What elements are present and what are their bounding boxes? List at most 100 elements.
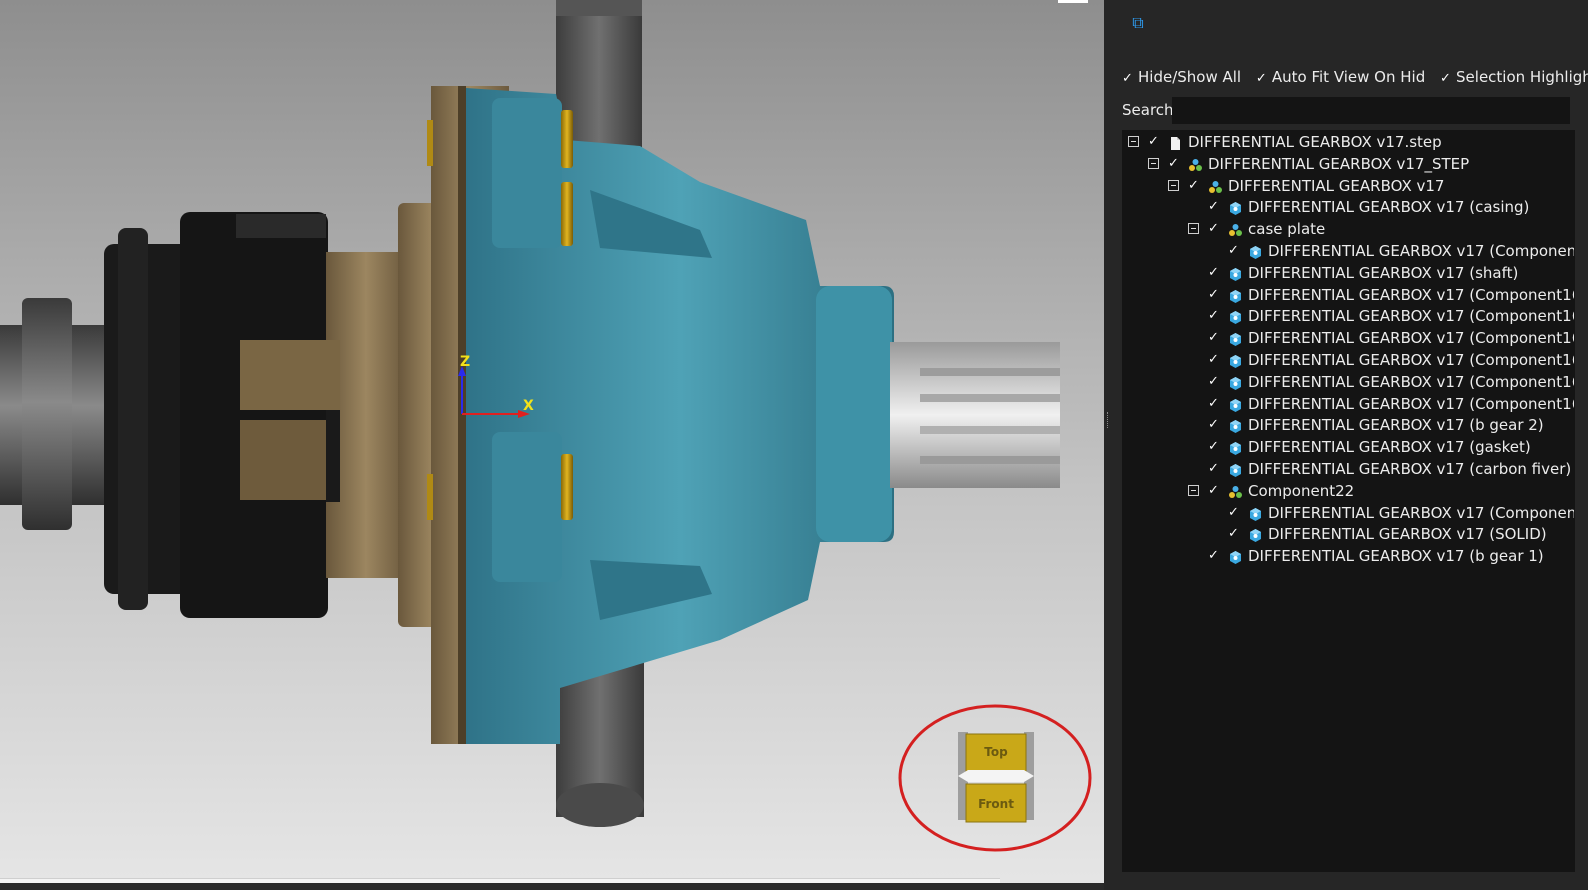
bolt [427, 474, 433, 520]
view-cube-edge [958, 770, 1034, 782]
tree-node-label: DIFFERENTIAL GEARBOX v17 (Component25) [1268, 503, 1575, 522]
part-icon [1228, 309, 1243, 325]
assembly-icon [1228, 222, 1243, 237]
file-icon [1168, 135, 1183, 150]
tree-node[interactable]: ✓ DIFFERENTIAL GEARBOX v17 (Component25) [1123, 502, 1574, 524]
tree-node-label: DIFFERENTIAL GEARBOX v17 (carbon fiver) [1248, 460, 1572, 478]
part-icon [1248, 527, 1263, 543]
visibility-checkbox[interactable]: ✓ [1208, 262, 1220, 284]
axis-x-label: X [523, 398, 534, 414]
view-cube[interactable]: Top Front [958, 732, 1034, 823]
visibility-checkbox[interactable]: ✓ [1208, 436, 1220, 458]
tree-node-label: DIFFERENTIAL GEARBOX v17 (Component16) [1248, 307, 1575, 326]
collapse-toggle-icon[interactable] [1148, 157, 1159, 169]
spline-groove [920, 426, 1060, 434]
spline-groove [920, 394, 1060, 402]
part-icon [1228, 462, 1243, 477]
search-input[interactable] [1172, 97, 1570, 124]
visibility-checkbox[interactable]: ✓ [1208, 371, 1220, 393]
visibility-checkbox[interactable]: ✓ [1228, 240, 1240, 262]
visibility-checkbox[interactable]: ✓ [1208, 349, 1220, 371]
assembly-icon [1208, 179, 1223, 194]
visibility-checkbox[interactable]: ✓ [1208, 458, 1220, 480]
option-label: Selection Highlightin [1456, 68, 1588, 86]
spline-groove [920, 456, 1060, 464]
hub-tooth [240, 340, 340, 410]
tree-node[interactable]: ✓ DIFFERENTIAL GEARBOX v17 (b gear 2) [1123, 414, 1574, 436]
tree-node[interactable]: ✓ DIFFERENTIAL GEARBOX v17 (Component16) [1123, 327, 1574, 349]
bolt [561, 454, 573, 520]
collapse-toggle-icon[interactable] [1188, 484, 1199, 496]
selection-highlighting-checkbox[interactable]: ✓ Selection Highlightin [1440, 68, 1588, 86]
visibility-checkbox[interactable]: ✓ [1188, 175, 1200, 197]
options-row: ✓ Hide/Show All ✓ Auto Fit View On Hid ✓ Se… [1122, 68, 1588, 90]
tree-node[interactable]: ✓ DIFFERENTIAL GEARBOX v17.step [1123, 131, 1574, 153]
tree-node[interactable]: ✓ DIFFERENTIAL GEARBOX v17 (Component16) [1123, 349, 1574, 371]
visibility-checkbox[interactable]: ✓ [1208, 196, 1220, 218]
tree-node-label: DIFFERENTIAL GEARBOX v17 (Component16) [1248, 285, 1575, 304]
bottom-shaft-end [556, 783, 644, 827]
tree-node[interactable]: ✓ DIFFERENTIAL GEARBOX v17 (Component16) [1123, 393, 1574, 415]
visibility-checkbox[interactable]: ✓ [1208, 414, 1220, 436]
tree-node-label: DIFFERENTIAL GEARBOX v17 (Component3) [1268, 242, 1575, 260]
visibility-checkbox[interactable]: ✓ [1208, 480, 1220, 502]
tree-node[interactable]: ✓ DIFFERENTIAL GEARBOX v17 [1123, 175, 1574, 197]
tree-node[interactable]: ✓ DIFFERENTIAL GEARBOX v17 (SOLID) [1123, 523, 1574, 545]
tree-node[interactable]: ✓ DIFFERENTIAL GEARBOX v17 (Component16) [1123, 371, 1574, 393]
visibility-checkbox[interactable]: ✓ [1208, 218, 1220, 240]
visibility-checkbox[interactable]: ✓ [1228, 523, 1240, 545]
tree-node-label: DIFFERENTIAL GEARBOX v17 (shaft) [1248, 263, 1519, 282]
visibility-checkbox[interactable]: ✓ [1208, 393, 1220, 415]
tree-node[interactable]: ✓ DIFFERENTIAL GEARBOX v17 (shaft) [1123, 262, 1574, 284]
collapse-toggle-icon[interactable] [1128, 136, 1139, 147]
tree-node[interactable]: ✓ DIFFERENTIAL GEARBOX v17 (b gear 1) [1123, 545, 1574, 567]
auto-fit-view-checkbox[interactable]: ✓ Auto Fit View On Hid [1256, 68, 1425, 86]
left-shaft-collar [22, 298, 72, 530]
checkmark-icon: ✓ [1255, 71, 1267, 86]
checkmark-icon: ✓ [1440, 71, 1451, 86]
collapse-toggle-icon[interactable] [1188, 223, 1199, 235]
part-icon [1228, 353, 1243, 368]
coupling-body [180, 212, 328, 618]
part-icon [1228, 549, 1243, 565]
visibility-checkbox[interactable]: ✓ [1208, 327, 1220, 349]
casing-boss-right [816, 286, 892, 542]
view-cube-top-label: Top [984, 745, 1008, 759]
model-render[interactable]: Z X Top Front [0, 0, 1104, 890]
search-label: Search [1122, 101, 1174, 119]
tree-node[interactable]: ✓ DIFFERENTIAL GEARBOX v17 (Component16) [1123, 305, 1574, 327]
popout-icon[interactable]: ⧉ [1129, 14, 1147, 32]
tree-node[interactable]: ✓ DIFFERENTIAL GEARBOX v17 (casing) [1123, 196, 1574, 218]
tree-node-label: DIFFERENTIAL GEARBOX v17_STEP [1208, 154, 1470, 173]
part-icon [1228, 266, 1243, 281]
model-tree[interactable]: ✓ DIFFERENTIAL GEARBOX v17.step ✓ DIFFERENT… [1122, 130, 1575, 872]
tree-node[interactable]: ✓ case plate [1123, 218, 1574, 240]
tree-node[interactable]: ✓ DIFFERENTIAL GEARBOX v17 (Component3) [1123, 240, 1574, 262]
tree-node-label: DIFFERENTIAL GEARBOX v17 (Component16) [1248, 351, 1575, 369]
visibility-checkbox[interactable]: ✓ [1228, 502, 1240, 524]
tree-node-label: DIFFERENTIAL GEARBOX v17 (gasket) [1248, 438, 1531, 457]
tree-node-label: DIFFERENTIAL GEARBOX v17 (b gear 1) [1248, 547, 1544, 566]
3d-viewport[interactable]: Z X Top Front [0, 0, 1104, 890]
visibility-checkbox[interactable]: ✓ [1208, 305, 1220, 327]
tree-node[interactable]: ✓ DIFFERENTIAL GEARBOX v17_STEP [1123, 153, 1574, 175]
tree-node[interactable]: ✓ DIFFERENTIAL GEARBOX v17 (gasket) [1123, 436, 1574, 458]
tree-node[interactable]: ✓ Component22 [1123, 480, 1574, 502]
tree-node[interactable]: ✓ DIFFERENTIAL GEARBOX v17 (carbon fiver) [1123, 458, 1574, 480]
bolt [427, 120, 433, 166]
visibility-checkbox[interactable]: ✓ [1208, 545, 1220, 567]
tree-node-label: DIFFERENTIAL GEARBOX v17 (b gear 2) [1248, 416, 1544, 435]
visibility-checkbox[interactable]: ✓ [1208, 284, 1220, 306]
assembly-icon [1188, 157, 1203, 172]
spline-groove [920, 368, 1060, 376]
splitter-grip-icon[interactable] [1107, 412, 1110, 428]
hide-show-all-checkbox[interactable]: ✓ Hide/Show All [1122, 68, 1241, 86]
visibility-checkbox[interactable]: ✓ [1168, 153, 1180, 175]
tree-node-label: DIFFERENTIAL GEARBOX v17 (Component16) [1248, 329, 1575, 348]
visibility-checkbox[interactable]: ✓ [1148, 131, 1160, 153]
part-icon [1248, 244, 1263, 259]
tree-node[interactable]: ✓ DIFFERENTIAL GEARBOX v17 (Component16) [1123, 284, 1574, 306]
hub-slot [326, 410, 340, 502]
panel-splitter[interactable] [1104, 0, 1112, 890]
collapse-toggle-icon[interactable] [1168, 179, 1179, 191]
